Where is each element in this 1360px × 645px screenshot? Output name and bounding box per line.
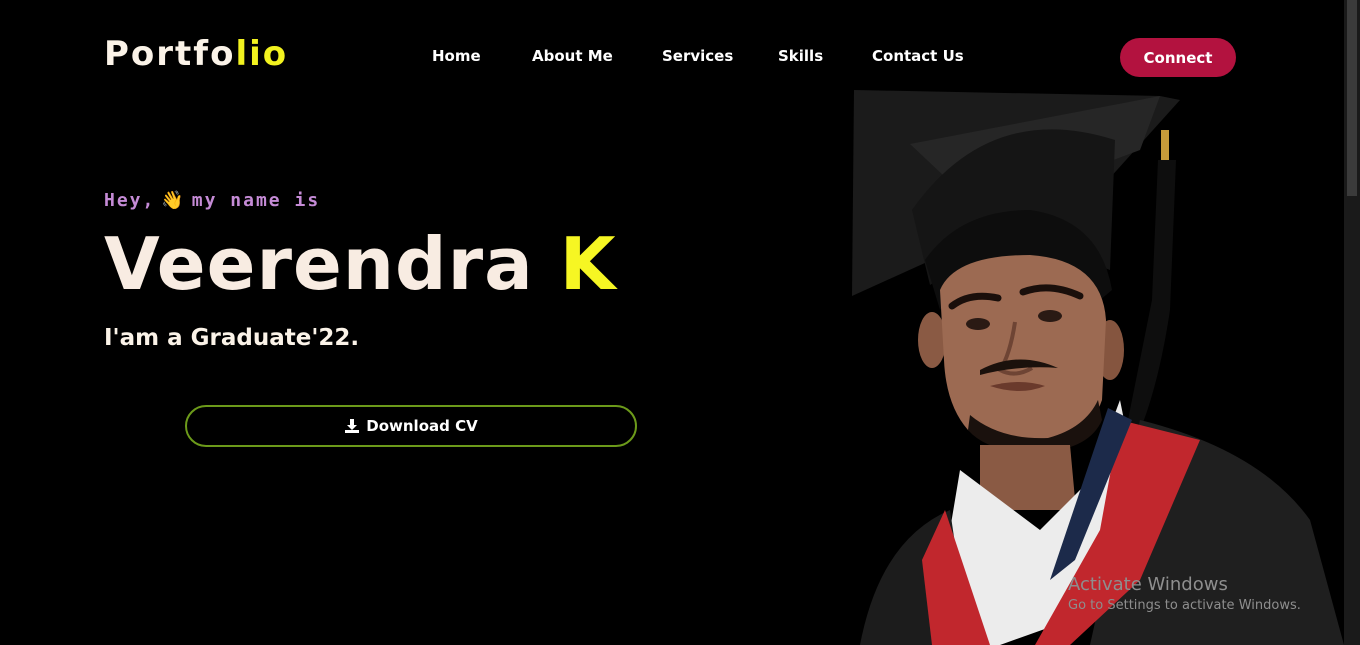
greeting: Hey, 👋 my name is bbox=[104, 190, 320, 211]
hero-name: Veerendra K bbox=[104, 222, 617, 306]
greeting-after: my name is bbox=[191, 190, 321, 211]
logo-accent: lio bbox=[235, 34, 289, 74]
download-cv-label: Download CV bbox=[366, 417, 478, 435]
tagline: I'am a Graduate'22. bbox=[104, 325, 360, 351]
waving-hand-icon: 👋 bbox=[161, 190, 186, 211]
nav-skills[interactable]: Skills bbox=[778, 47, 823, 65]
activate-windows-watermark: Activate Windows Go to Settings to activ… bbox=[1068, 574, 1301, 613]
connect-button[interactable]: Connect bbox=[1120, 38, 1236, 77]
scrollbar-thumb[interactable] bbox=[1347, 0, 1357, 196]
page: Portfolio Home About Me Services Skills … bbox=[0, 0, 1360, 645]
tassel bbox=[1124, 160, 1176, 440]
greeting-before: Hey, bbox=[104, 190, 156, 211]
download-icon bbox=[345, 419, 360, 433]
nav-home[interactable]: Home bbox=[432, 47, 481, 65]
logo[interactable]: Portfolio bbox=[104, 34, 288, 74]
download-cv-button[interactable]: Download CV bbox=[185, 405, 637, 447]
name-accent: K bbox=[559, 222, 617, 306]
watermark-subtitle: Go to Settings to activate Windows. bbox=[1068, 598, 1301, 613]
nav-about-me[interactable]: About Me bbox=[532, 47, 613, 65]
face bbox=[940, 255, 1106, 447]
nav-services[interactable]: Services bbox=[662, 47, 733, 65]
watermark-title: Activate Windows bbox=[1068, 574, 1228, 595]
logo-main: Portfo bbox=[104, 34, 236, 74]
graduate-portrait bbox=[852, 90, 1344, 645]
name-main: Veerendra bbox=[104, 222, 560, 306]
scrollbar[interactable] bbox=[1344, 0, 1360, 645]
